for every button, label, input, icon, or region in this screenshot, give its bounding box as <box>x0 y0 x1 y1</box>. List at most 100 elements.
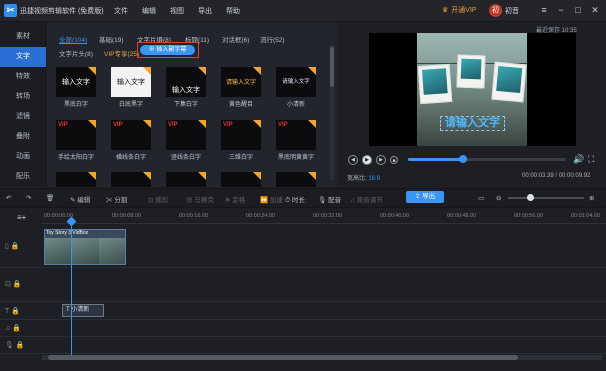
tab-basic[interactable]: 基础(19) <box>99 34 124 44</box>
menu-view[interactable]: 视图 <box>170 6 184 16</box>
zoom-out-icon[interactable]: ⊖ <box>496 194 501 202</box>
mosaic-label: 马赛克 <box>194 197 214 204</box>
redo-icon[interactable]: ↷ <box>26 194 31 202</box>
undo-icon[interactable]: ↶ <box>6 194 11 202</box>
insert-subtitle-label: 插入副字幕 <box>156 47 187 53</box>
card-label: 竖线条白字 <box>170 155 201 161</box>
text-card-sun-white[interactable]: VIP <box>56 120 96 150</box>
tab-popular[interactable]: 流行(52) <box>260 34 285 44</box>
export-button[interactable]: ⇪ 导出 <box>406 191 444 203</box>
menu-export[interactable]: 导出 <box>198 6 212 16</box>
speed-icon: ⏩ <box>260 197 270 204</box>
username[interactable]: 初音 <box>505 6 519 16</box>
subtab-vip[interactable]: VIP专享(25) <box>104 48 139 58</box>
menu-file[interactable]: 文件 <box>114 6 128 16</box>
insert-subtitle-button[interactable]: ⊕ 插入副字幕 <box>140 45 195 55</box>
text-card-partial[interactable] <box>111 172 151 187</box>
prev-frame-icon[interactable]: ◀ <box>348 155 358 165</box>
play-icon[interactable]: ▶ <box>362 155 372 165</box>
vip-button[interactable]: ♛ 开通VIP <box>442 5 477 15</box>
zoom-slider-knob[interactable] <box>527 194 534 201</box>
text-card-bottom-white[interactable]: 输入文字 <box>166 67 206 97</box>
download-corner-icon <box>88 172 96 180</box>
sidebar-item-overlay[interactable]: 叠附 <box>0 127 46 147</box>
playback-progress-fill <box>408 158 462 161</box>
download-corner-icon <box>308 120 316 128</box>
maximize-icon[interactable]: □ <box>571 3 585 17</box>
timeline-scrollbar-thumb[interactable] <box>48 355 518 360</box>
text-card-3d-white[interactable]: VIP <box>221 120 261 150</box>
text-card-black-yellow[interactable]: VIP <box>276 120 316 150</box>
menu-help[interactable]: 帮助 <box>226 6 240 16</box>
text-card-partial[interactable] <box>166 172 206 187</box>
close-icon[interactable]: ✕ <box>588 3 602 17</box>
crop-button[interactable]: ⊡ 裁剪 <box>148 194 168 204</box>
ruler-tick: 00:00:16.00 <box>179 213 209 219</box>
text-card-partial[interactable] <box>56 172 96 187</box>
card-label: 三维白字 <box>228 155 253 161</box>
sidebar-item-transitions[interactable]: 转场 <box>0 87 46 107</box>
menu-edit[interactable]: 编辑 <box>142 6 156 16</box>
zoom-slider[interactable] <box>508 197 584 199</box>
text-card-vertical-lines[interactable]: VIP <box>166 120 206 150</box>
clock-icon: ⏱ <box>285 197 292 204</box>
freeze-button[interactable]: ❄ 定格 <box>225 194 245 204</box>
minimize-icon[interactable]: − <box>554 3 568 17</box>
mosaic-button[interactable]: ▦ 马赛克 <box>186 194 214 204</box>
card-label: 小清新 <box>286 102 305 108</box>
vip-badge: VIP <box>168 122 178 128</box>
playhead[interactable] <box>71 220 72 358</box>
sidebar-item-text[interactable]: 文字 <box>0 47 46 67</box>
speed-button[interactable]: ⏩ 加速 <box>260 194 283 204</box>
text-track-icon: T 🔒 <box>5 308 20 315</box>
dub-button[interactable]: 🎙 配音 <box>318 194 341 204</box>
tab-all[interactable]: 全部(104) <box>59 34 87 44</box>
avatar[interactable]: 初 <box>489 4 502 17</box>
sidebar-item-media[interactable]: 素材 <box>0 27 46 47</box>
card-preview-text: 输入文字 <box>62 79 90 86</box>
sidebar-item-music[interactable]: 配乐 <box>0 167 46 187</box>
vip-badge: VIP <box>223 122 233 128</box>
voice-track-icon: 🎙 🔒 <box>5 342 25 349</box>
fit-icon[interactable]: ▭ <box>478 194 484 202</box>
volume-icon[interactable]: 🔊 <box>573 154 584 165</box>
voice-track <box>0 337 606 354</box>
sidebar-item-animation[interactable]: 动画 <box>0 147 46 167</box>
text-card-partial[interactable] <box>276 172 316 187</box>
text-card-horizontal-lines[interactable]: VIP <box>111 120 151 150</box>
duration-button[interactable]: ⏱ 时长 <box>285 194 305 205</box>
zoom-in-icon[interactable]: ⊕ <box>589 194 594 202</box>
download-corner-icon <box>198 120 206 128</box>
next-frame-icon[interactable]: ▶ <box>376 155 386 165</box>
text-card-yellow[interactable]: 请输入文字 <box>221 67 261 97</box>
text-card-white-black[interactable]: 输入文字 <box>111 67 151 97</box>
subtitle-clip-label: 小清新 <box>71 307 90 313</box>
card-label: 白底黑字 <box>118 102 143 108</box>
download-corner-icon <box>253 120 261 128</box>
add-track-icon[interactable]: ≡+ <box>17 213 26 222</box>
sidebar-item-effects[interactable]: 特效 <box>0 67 46 87</box>
text-card-black-white[interactable]: 输入文字 <box>56 67 96 97</box>
download-corner-icon <box>198 172 206 180</box>
text-card-fresh[interactable]: 请输入文字 <box>276 67 316 97</box>
ruler-tick: 00:01:04.00 <box>571 213 601 219</box>
text-card-partial[interactable] <box>221 172 261 187</box>
split-button[interactable]: ✂ 分割 <box>106 194 127 204</box>
edit-button[interactable]: ✎ 编辑 <box>70 194 90 204</box>
stop-icon[interactable]: ■ <box>390 156 398 164</box>
sidebar-item-filters[interactable]: 滤镜 <box>0 107 46 127</box>
card-label: 横线条白字 <box>115 155 146 161</box>
app-title: 迅捷视频剪辑软件 (免费版) <box>20 8 104 15</box>
music-track-icon: ♫ 🔒 <box>5 325 21 332</box>
tab-dialog[interactable]: 对话框(6) <box>222 34 249 44</box>
delete-icon[interactable]: 🗑 <box>46 194 54 202</box>
panel-scrollbar-thumb[interactable] <box>330 47 334 87</box>
subtab-text-opening[interactable]: 文字片头(8) <box>59 48 93 58</box>
subtitle-clip[interactable]: T 小清新 <box>62 304 104 317</box>
voice-adjust-button[interactable]: ♫ 原音调节 <box>350 194 383 204</box>
menu-icon[interactable]: ≡ <box>537 3 551 17</box>
subtitle-text-overlay[interactable]: 请输入文字 <box>440 116 505 131</box>
fullscreen-icon[interactable]: ⛶ <box>588 154 594 165</box>
playback-progress-knob[interactable] <box>459 155 467 163</box>
aspect-ratio[interactable]: 宽高比: 16:9 <box>347 173 380 182</box>
